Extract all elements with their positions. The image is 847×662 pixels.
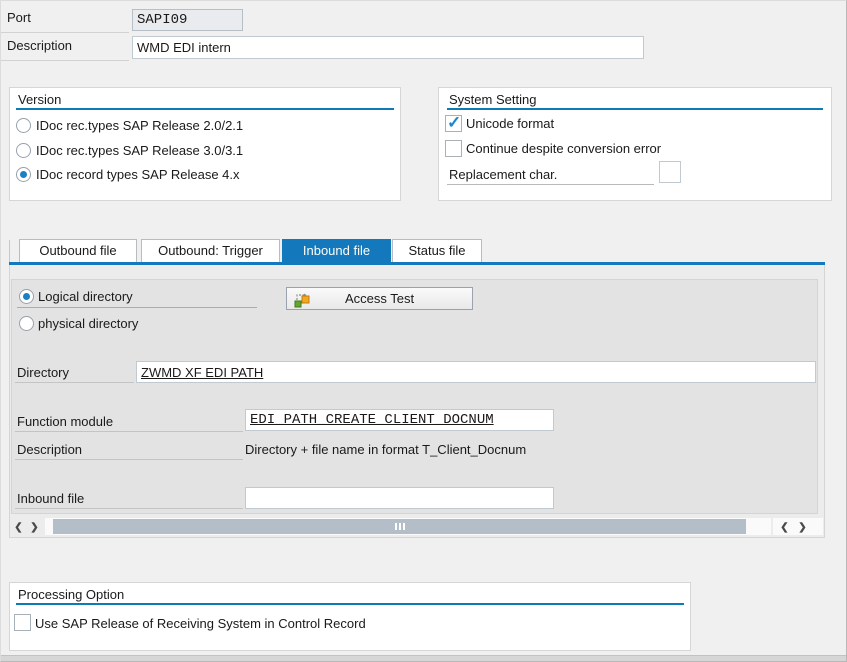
function-module-field[interactable] — [245, 409, 554, 431]
processing-option-group: Processing Option Use SAP Release of Rec… — [9, 582, 691, 651]
grip-icon — [395, 523, 397, 530]
window-bottom-edge — [1, 655, 846, 662]
radio-idoc-4x[interactable] — [16, 167, 31, 182]
logical-directory-radio[interactable] — [19, 289, 34, 304]
chevron-left-icon[interactable]: ❮ — [11, 520, 26, 535]
chevron-left-icon[interactable]: ❮ — [777, 520, 792, 535]
replacement-char-label: Replacement char. — [449, 167, 557, 182]
group-title-rule — [447, 108, 823, 110]
tab-inbound-file[interactable]: Inbound file — [282, 239, 391, 262]
description-label: Description — [7, 38, 72, 53]
label-underline — [447, 184, 654, 185]
physical-directory-label: physical directory — [38, 316, 138, 331]
chevron-right-icon[interactable]: ❯ — [27, 520, 42, 535]
port-label: Port — [7, 10, 31, 25]
inbound-file-inner-panel — [11, 279, 818, 514]
continue-conversion-checkbox[interactable] — [445, 140, 462, 157]
row-separator — [1, 60, 129, 61]
unicode-format-label: Unicode format — [466, 116, 554, 131]
function-module-label: Function module — [17, 414, 113, 429]
label-underline — [15, 508, 243, 509]
row-separator — [1, 32, 129, 33]
version-group: Version IDoc rec.types SAP Release 2.0/2… — [9, 87, 401, 201]
replacement-char-field[interactable] — [659, 161, 681, 183]
group-title-rule — [16, 603, 684, 605]
system-setting-group: System Setting Unicode format Continue d… — [438, 87, 832, 201]
tabstrip-edge — [9, 240, 10, 262]
radio-idoc-30-31-label: IDoc rec.types SAP Release 3.0/3.1 — [36, 143, 243, 158]
chevron-right-icon[interactable]: ❯ — [795, 520, 810, 535]
fm-description-value: Directory + file name in format T_Client… — [245, 442, 526, 457]
continue-conversion-label: Continue despite conversion error — [466, 141, 661, 156]
inbound-file-field[interactable] — [245, 487, 554, 509]
port-field[interactable] — [132, 9, 243, 31]
inbound-file-label: Inbound file — [17, 491, 84, 506]
use-sap-release-checkbox[interactable] — [14, 614, 31, 631]
description-field[interactable] — [132, 36, 644, 59]
tab-status-file[interactable]: Status file — [392, 239, 482, 262]
radio-idoc-20-21[interactable] — [16, 118, 31, 133]
radio-idoc-20-21-label: IDoc rec.types SAP Release 2.0/2.1 — [36, 118, 243, 133]
directory-field[interactable] — [136, 361, 816, 383]
label-underline — [15, 459, 243, 460]
radio-idoc-30-31[interactable] — [16, 143, 31, 158]
physical-directory-radio[interactable] — [19, 316, 34, 331]
use-sap-release-label: Use SAP Release of Receiving System in C… — [35, 616, 366, 631]
label-underline — [15, 431, 243, 432]
logical-directory-label: Logical directory — [38, 289, 133, 304]
processing-option-title: Processing Option — [18, 587, 124, 602]
tab-outbound-file[interactable]: Outbound file — [19, 239, 137, 262]
fm-description-label: Description — [17, 442, 82, 457]
port-definition-screen: Port Description Version IDoc rec.types … — [0, 0, 847, 662]
scrollbar-thumb[interactable] — [53, 519, 746, 534]
access-test-button[interactable]: Access Test — [286, 287, 473, 310]
tab-outbound-trigger[interactable]: Outbound: Trigger — [141, 239, 280, 262]
version-group-title: Version — [18, 92, 61, 107]
label-underline — [17, 307, 257, 308]
access-test-icon — [293, 291, 310, 311]
radio-idoc-4x-label: IDoc record types SAP Release 4.x — [36, 167, 240, 182]
access-test-button-label: Access Test — [345, 291, 414, 306]
system-setting-group-title: System Setting — [449, 92, 536, 107]
directory-label: Directory — [17, 365, 69, 380]
unicode-format-checkbox[interactable] — [445, 115, 462, 132]
group-title-rule — [16, 108, 394, 110]
label-underline — [15, 382, 134, 383]
